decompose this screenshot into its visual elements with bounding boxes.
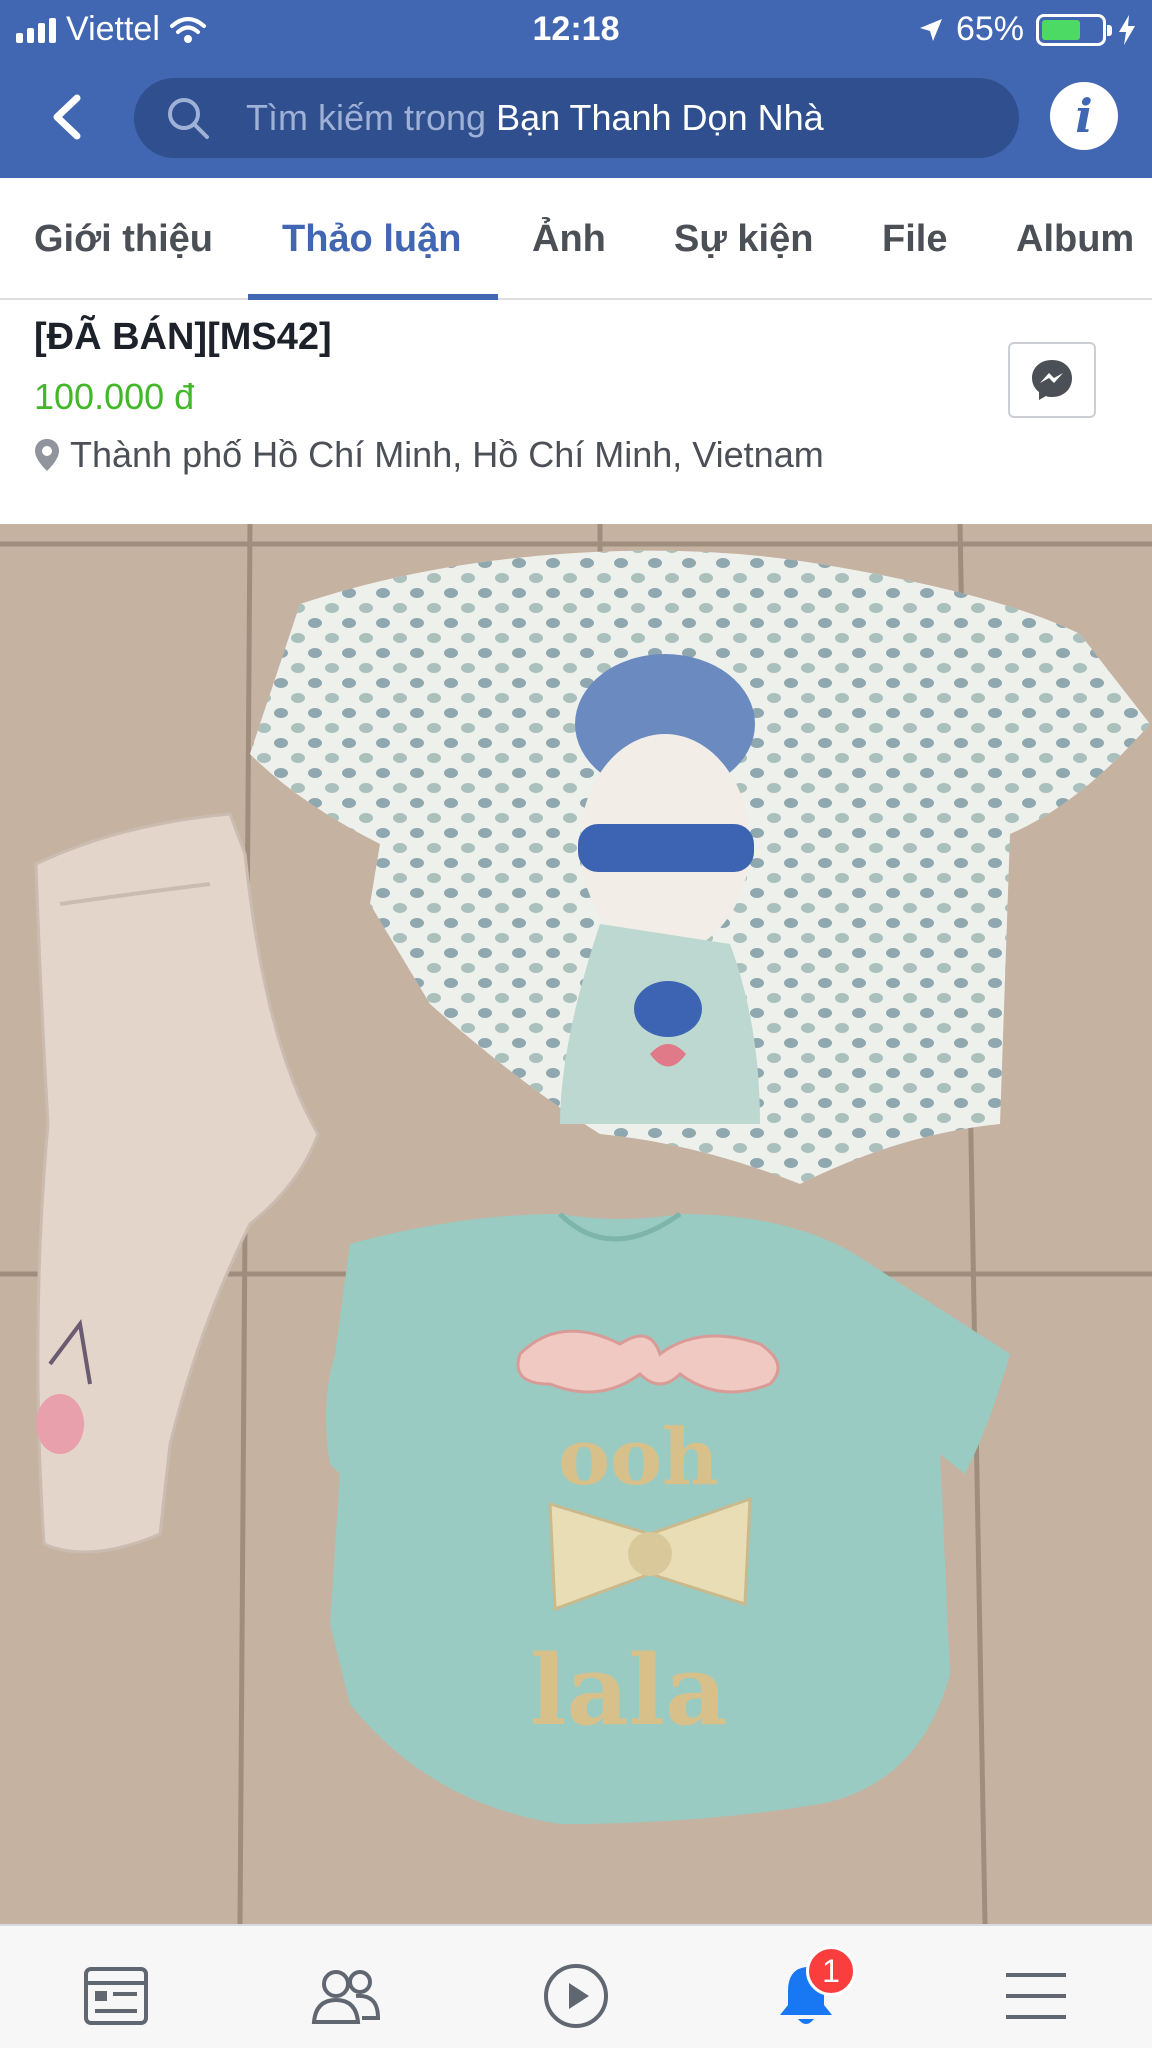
nav-watch[interactable] <box>536 1956 616 2036</box>
nav-news-feed[interactable] <box>76 1956 156 2036</box>
info-button[interactable]: i <box>1050 82 1118 150</box>
search-group-name: Bạn Thanh Dọn Nhà <box>496 97 824 138</box>
post-photo[interactable]: ooh lala <box>0 524 1152 1924</box>
active-tab-indicator <box>248 294 498 300</box>
chevron-left-icon <box>53 94 81 140</box>
friends-icon <box>311 1970 381 2024</box>
group-tabs: Giới thiệu Thảo luận Ảnh Sự kiện File Al… <box>0 178 1152 300</box>
battery-fill <box>1042 19 1080 40</box>
battery-percent: 65% <box>955 10 1024 48</box>
battery-icon <box>1036 13 1112 46</box>
clothes-photo-illustration: ooh lala <box>0 524 1152 1924</box>
search-icon <box>168 98 209 139</box>
status-bar: Viettel 12:18 65% <box>0 0 1152 60</box>
tab-su-kien[interactable]: Sự kiện <box>674 178 813 300</box>
nav-friends[interactable] <box>306 1956 386 2036</box>
search-input[interactable]: Tìm kiếm trong Bạn Thanh Dọn Nhà <box>134 78 1019 158</box>
messenger-icon <box>1032 360 1072 400</box>
app-header: Viettel 12:18 65% Tìm kiếm trong Bạn Tha… <box>0 0 1152 178</box>
shirt-text-ooh: ooh <box>558 1412 719 1503</box>
tab-file[interactable]: File <box>882 178 947 300</box>
post-price: 100.000 đ <box>34 376 195 417</box>
location-pin-icon <box>35 439 59 471</box>
shirt-text-lala: lala <box>530 1634 727 1747</box>
nav-menu[interactable] <box>996 1956 1076 2036</box>
post-info: [ĐÃ BÁN][MS42] 100.000 đ Thành phố Hồ Ch… <box>0 302 1152 524</box>
search-placeholder: Tìm kiếm trong <box>246 97 487 138</box>
info-icon: i <box>1075 89 1093 143</box>
post-location: Thành phố Hồ Chí Minh, Hồ Chí Minh, Viet… <box>34 434 824 476</box>
tab-anh[interactable]: Ảnh <box>532 178 606 300</box>
news-feed-icon <box>84 1967 148 2025</box>
tab-album[interactable]: Album <box>1016 178 1134 300</box>
tab-thao-luan[interactable]: Thảo luận <box>282 178 461 300</box>
bottom-nav: 1 <box>0 1924 1152 2048</box>
tab-gioi-thieu[interactable]: Giới thiệu <box>34 178 213 300</box>
location-text: Thành phố Hồ Chí Minh, Hồ Chí Minh, Viet… <box>70 434 824 475</box>
messenger-button[interactable] <box>1008 342 1096 418</box>
notification-badge: 1 <box>806 1946 856 1996</box>
search-text: Tìm kiếm trong Bạn Thanh Dọn Nhà <box>246 97 824 139</box>
back-button[interactable] <box>36 82 96 152</box>
charging-bolt-icon <box>1119 14 1135 45</box>
status-right: 65% <box>918 10 1136 49</box>
menu-icon <box>1006 1973 1066 2019</box>
location-arrow-icon <box>919 18 942 41</box>
post-title: [ĐÃ BÁN][MS42] <box>34 316 332 358</box>
watch-icon <box>544 1964 608 2028</box>
